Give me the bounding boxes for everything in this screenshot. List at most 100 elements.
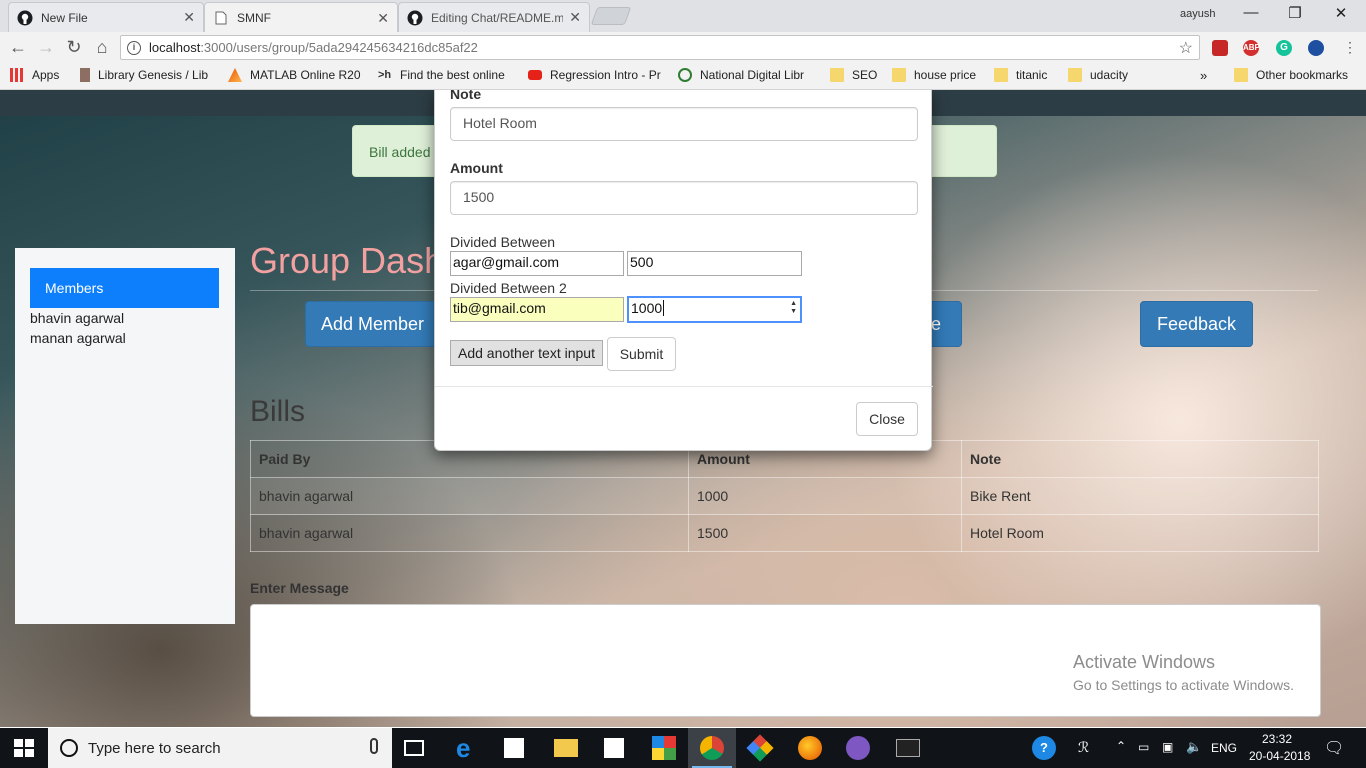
grammarly-icon[interactable]: G — [1276, 40, 1292, 56]
network-icon[interactable]: ▣ — [1162, 740, 1173, 754]
bills-heading: Bills — [250, 395, 306, 428]
notifications-icon[interactable]: 🗨 — [1324, 738, 1344, 758]
bookmark-label: udacity — [1090, 68, 1129, 82]
bookmark-label: National Digital Libr — [700, 68, 805, 82]
task-view-icon[interactable] — [404, 740, 424, 756]
feedback-button[interactable]: Feedback — [1140, 301, 1253, 347]
bookmark-folder-house-price[interactable]: house price — [892, 68, 976, 82]
clock-time[interactable]: 23:32 — [1262, 732, 1292, 746]
close-button[interactable]: Close — [856, 402, 918, 436]
note-label: Note — [450, 90, 482, 102]
page-content: Bill added Members bhavin agarwal manan … — [0, 90, 1366, 727]
help-icon[interactable]: ? — [1032, 736, 1056, 760]
tab-close-icon[interactable]: ✕ — [183, 9, 195, 26]
bookmark-folder-titanic[interactable]: titanic — [994, 68, 1047, 82]
bookmark-folder-other[interactable]: Other bookmarks — [1234, 68, 1348, 82]
chrome-icon[interactable] — [700, 736, 724, 760]
bookmark-label: Library Genesis / Lib — [98, 68, 209, 82]
bookmark-star-icon[interactable]: ☆ — [1179, 38, 1193, 58]
cortana-icon — [60, 739, 78, 757]
bookmarks-bar: Apps Library Genesis / Lib MATLAB Online… — [0, 62, 1366, 90]
cell-note: Hotel Room — [961, 514, 1319, 552]
clock-date[interactable]: 20-04-2018 — [1249, 749, 1310, 763]
add-bill-modal: Note Hotel Room Amount 1500 Divided Betw… — [434, 90, 933, 451]
tab-close-icon[interactable]: ✕ — [569, 9, 581, 26]
bookmark-label: SEO — [852, 68, 878, 82]
volume-icon[interactable]: 🔈 — [1186, 739, 1202, 755]
tab-new-file[interactable]: New File ✕ — [8, 2, 204, 32]
extension-book-icon[interactable] — [1212, 40, 1228, 56]
store-icon[interactable] — [504, 738, 524, 758]
reload-icon[interactable]: ↻ — [64, 37, 84, 57]
split-email-input-2[interactable]: tib@gmail.com — [450, 297, 624, 322]
app-diamond-icon[interactable] — [746, 734, 774, 762]
bookmarks-overflow-icon[interactable]: » — [1200, 68, 1207, 83]
url-path: :3000/users/group/5ada294245634216dc85af… — [200, 40, 478, 55]
bookmark-matlab[interactable]: MATLAB Online R20 — [228, 68, 361, 82]
amount-input[interactable]: 1500 — [450, 181, 918, 215]
tray-chevron-icon[interactable]: ⌃ — [1116, 739, 1126, 753]
split-amount-input-1[interactable]: 500 — [627, 251, 802, 276]
windows-start-icon[interactable] — [12, 736, 36, 760]
add-text-input-button[interactable]: Add another text input — [450, 340, 603, 366]
column-header: Note — [961, 440, 1319, 478]
minimize-icon[interactable]: — — [1236, 4, 1266, 24]
battery-icon[interactable]: ▭ — [1138, 740, 1149, 754]
tab-editing-readme[interactable]: Editing Chat/README.md ✕ — [398, 2, 590, 32]
cell-amount: 1500 — [688, 514, 962, 552]
address-bar[interactable]: i localhost:3000/users/group/5ada2942456… — [120, 35, 1200, 60]
members-heading[interactable]: Members — [30, 268, 219, 308]
forward-icon[interactable]: → — [36, 37, 56, 57]
book-icon — [80, 68, 90, 82]
bookmark-ndl[interactable]: National Digital Libr — [678, 68, 804, 82]
people-icon[interactable]: ℛ — [1078, 739, 1089, 756]
alert-text: Bill added — [369, 144, 431, 160]
tab-title: Editing Chat/README.md — [431, 10, 564, 25]
folder-icon — [1068, 68, 1082, 82]
note-input[interactable]: Hotel Room — [450, 107, 918, 141]
activation-watermark-subtitle: Go to Settings to activate Windows. — [1073, 677, 1294, 693]
close-window-icon[interactable]: ✕ — [1326, 4, 1356, 24]
bookmark-label: Regression Intro - Pr — [550, 68, 661, 82]
split-amount-input-2[interactable]: 1000 ▲ ▼ — [627, 296, 802, 323]
apps-icon — [10, 68, 24, 82]
bookmark-hackerrank[interactable]: >h Find the best online — [378, 68, 505, 82]
number-spinner-icon[interactable]: ▲ ▼ — [790, 300, 797, 316]
edge-icon[interactable]: e — [456, 735, 480, 761]
bookmark-apps[interactable]: Apps — [10, 68, 59, 82]
submit-button[interactable]: Submit — [607, 337, 676, 371]
menu-kebab-icon[interactable]: ⋮ — [1340, 37, 1360, 57]
file-explorer-icon[interactable] — [554, 739, 578, 757]
message-label: Enter Message — [250, 580, 349, 596]
back-icon[interactable]: ← — [8, 37, 28, 57]
microphone-icon[interactable] — [370, 738, 378, 754]
language-indicator[interactable]: ENG — [1211, 741, 1237, 755]
tab-smnf[interactable]: SMNF ✕ — [204, 2, 398, 33]
add-member-button[interactable]: Add Member — [305, 301, 440, 347]
extension-globe-icon[interactable] — [1308, 40, 1324, 56]
bookmark-folder-udacity[interactable]: udacity — [1068, 68, 1128, 82]
bookmark-regression-intro[interactable]: Regression Intro - Pr — [528, 68, 661, 82]
split-email-input-1[interactable]: agar@gmail.com — [450, 251, 624, 276]
bookmark-folder-seo[interactable]: SEO — [830, 68, 877, 82]
bookmark-library-genesis[interactable]: Library Genesis / Lib — [80, 68, 208, 82]
bookmark-label: Apps — [32, 68, 60, 82]
profile-name[interactable]: aayush — [1180, 8, 1215, 20]
firefox-icon[interactable] — [798, 736, 822, 760]
restore-icon[interactable]: ❐ — [1280, 4, 1310, 24]
terminal-icon[interactable] — [896, 739, 920, 757]
github-desktop-icon[interactable] — [846, 736, 870, 760]
colorful-app-icon[interactable] — [652, 736, 676, 760]
new-tab-button[interactable] — [590, 7, 632, 25]
home-icon[interactable]: ⌂ — [92, 37, 112, 57]
tab-title: SMNF — [237, 11, 271, 25]
taskbar-search-box[interactable]: Type here to search — [48, 728, 392, 768]
tab-close-icon[interactable]: ✕ — [377, 10, 389, 27]
info-icon[interactable]: i — [127, 40, 141, 55]
github-icon — [407, 10, 423, 26]
adblock-icon[interactable]: ABP — [1243, 40, 1260, 56]
github-icon — [17, 10, 33, 26]
sticky-notes-icon[interactable] — [604, 738, 624, 758]
bookmark-label: Find the best online — [400, 68, 505, 82]
browser-tab-strip: New File ✕ SMNF ✕ Editing Chat/README.md… — [0, 0, 1366, 33]
